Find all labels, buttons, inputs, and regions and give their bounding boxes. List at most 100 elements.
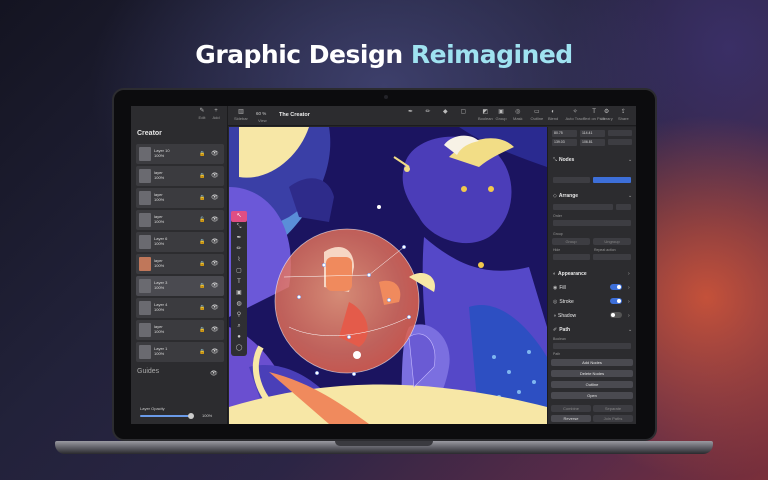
position-stepper[interactable] (608, 130, 632, 136)
layer-row[interactable]: layer 100% 🔒 👁 (136, 166, 224, 186)
hide-buttons[interactable] (553, 254, 590, 260)
y-field[interactable]: 114.41 (580, 130, 605, 137)
pencil-icon[interactable]: ✏ (231, 244, 247, 255)
layer-row[interactable]: Layer 1 100% 🔒 👁 (136, 342, 224, 362)
ungroup-button[interactable]: Ungroup (593, 238, 631, 245)
edit-button[interactable]: ✎ Edit (195, 108, 209, 120)
eye-icon[interactable]: 👁 (211, 150, 219, 157)
outline-button[interactable]: Outline (551, 381, 633, 388)
eye-icon[interactable]: 👁 (211, 194, 219, 201)
add-nodes-button[interactable]: Add Nodes (551, 359, 633, 366)
canvas[interactable] (229, 127, 547, 424)
add-button[interactable]: + Add (209, 108, 223, 120)
eye-icon[interactable]: 👁 (211, 348, 219, 355)
chevron-right-icon[interactable]: › (628, 299, 630, 305)
blend-button[interactable]: ◐ Blend (548, 109, 558, 121)
layer-row[interactable]: layer 100% 🔒 👁 (136, 254, 224, 274)
delete-nodes-button[interactable]: Delete Nodes (551, 370, 633, 377)
align-options[interactable] (616, 204, 631, 210)
appearance-header[interactable]: ◐ Appearance (553, 271, 587, 277)
stroke-swatch-icon[interactable]: ◯ (231, 343, 247, 354)
eye-icon[interactable]: 👁 (211, 172, 219, 179)
node-mode-left[interactable] (553, 177, 590, 183)
node-button[interactable]: ◆ (443, 109, 448, 116)
shape-button[interactable]: ▢ (461, 109, 467, 116)
lock-icon[interactable]: 🔒 (199, 151, 205, 157)
align-buttons[interactable] (553, 204, 613, 210)
text-icon[interactable]: T (231, 277, 247, 288)
combine-button[interactable]: Combine (551, 405, 591, 412)
node-mode-right[interactable] (593, 177, 631, 183)
fill-icon[interactable]: ◍ (231, 299, 247, 310)
group-button[interactable]: ▣ Group (496, 109, 507, 121)
layer-row[interactable]: Layer 10 100% 🔒 👁 (136, 144, 224, 164)
pencil-button[interactable]: ✏ (426, 109, 431, 116)
group-button[interactable]: Group (552, 238, 590, 245)
image-icon[interactable]: ▣ (231, 288, 247, 299)
unlock-icon[interactable]: 🔓 (199, 217, 205, 223)
zoom-select[interactable]: 60 % (256, 111, 266, 116)
eye-icon[interactable]: 👁 (211, 326, 219, 333)
pen-tool-icon[interactable]: ✒ (231, 233, 247, 244)
fill-toggle[interactable] (610, 284, 622, 290)
width-field[interactable]: 139.03 (552, 139, 577, 146)
boolean-button[interactable]: ◩ Boolean (478, 109, 493, 121)
pen-tool-button[interactable]: ✒ (408, 109, 413, 116)
height-field[interactable]: 106.81 (580, 139, 605, 146)
lock-icon[interactable]: 🔒 (199, 195, 205, 201)
eye-icon[interactable]: 👁 (211, 238, 219, 245)
layer-opacity-knob[interactable] (187, 413, 194, 419)
open-button[interactable]: Open (551, 392, 633, 399)
join-paths-button[interactable]: Join Paths (593, 415, 633, 422)
lock-icon[interactable]: 🔒 (199, 261, 205, 267)
gear-button[interactable]: ⚙ Library (601, 109, 613, 121)
layer-row[interactable]: Layer 6 100% 🔒 👁 (136, 232, 224, 252)
layer-row[interactable]: Layer 4 100% 🔒 👁 (136, 298, 224, 318)
chevron-right-icon[interactable]: › (628, 285, 630, 291)
mask-button[interactable]: ◎ Mask (513, 109, 523, 121)
chevron-down-icon[interactable]: ⌄ (628, 327, 632, 333)
brush-icon[interactable]: ⌇ (231, 255, 247, 266)
arrange-header[interactable]: ◇ Arrange (553, 193, 578, 199)
boolean-buttons[interactable] (553, 343, 631, 349)
lock-icon[interactable]: 🔒 (199, 305, 205, 311)
chevron-right-icon[interactable]: › (628, 271, 630, 277)
lock-icon[interactable]: 🔒 (199, 239, 205, 245)
lock-icon[interactable]: 🔒 (199, 173, 205, 179)
lock-icon[interactable]: 🔒 (199, 327, 205, 333)
share-button[interactable]: ⇪ Share (618, 109, 629, 121)
guides-visibility-icon[interactable]: 👁 (210, 370, 218, 377)
reverse-button[interactable]: Reverse (551, 415, 591, 422)
eye-icon[interactable]: 👁 (211, 304, 219, 311)
eye-icon[interactable]: 👁 (211, 216, 219, 223)
shadow-toggle[interactable] (610, 312, 622, 318)
outline-button[interactable]: ▭ Outline (531, 109, 544, 121)
chevron-right-icon[interactable]: › (628, 313, 630, 319)
layer-row[interactable]: layer 100% 🔓 👁 (136, 210, 224, 230)
size-stepper[interactable] (608, 139, 632, 145)
layer-row[interactable]: layer 100% 🔒 👁 (136, 188, 224, 208)
direct-select-icon[interactable]: ⤡ (231, 222, 247, 233)
repeat-buttons[interactable] (593, 254, 631, 260)
layer-row[interactable]: layer 100% 🔒 👁 (136, 320, 224, 340)
zoom-icon[interactable]: ⌕ (231, 321, 247, 332)
path-header[interactable]: ✐ Path (553, 327, 570, 333)
sidebar-toggle-button[interactable]: ▥ Sidebar (234, 109, 248, 121)
eyedropper-icon[interactable]: ⚲ (231, 310, 247, 321)
auto-trace-button[interactable]: ✧ Auto Trace (566, 109, 585, 121)
x-field[interactable]: 80.75 (552, 130, 577, 137)
chevron-down-icon[interactable]: ⌄ (628, 157, 632, 163)
eye-icon[interactable]: 👁 (211, 260, 219, 267)
layer-opacity-slider[interactable] (140, 415, 191, 417)
layer-row[interactable]: Layer 3 100% 🔒 👁 (136, 276, 224, 296)
order-buttons[interactable] (553, 220, 631, 226)
eye-icon[interactable]: 👁 (211, 282, 219, 289)
nodes-header[interactable]: ⤡ Nodes (553, 157, 574, 163)
node-type-icons[interactable] (553, 167, 631, 173)
stroke-toggle[interactable] (610, 298, 622, 304)
lock-icon[interactable]: 🔒 (199, 349, 205, 355)
select-icon[interactable]: ↖ (231, 211, 247, 222)
chevron-down-icon[interactable]: ⌄ (628, 193, 632, 199)
lock-icon[interactable]: 🔒 (199, 283, 205, 289)
color-swatch-icon[interactable]: ● (231, 332, 247, 343)
